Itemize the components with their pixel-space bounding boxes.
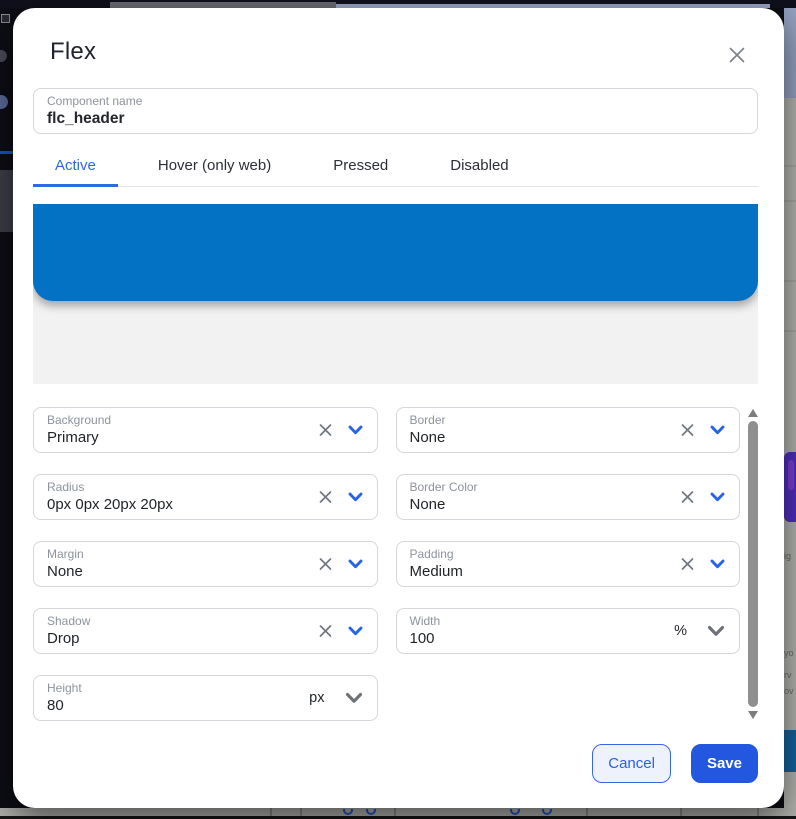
tab-pressed[interactable]: Pressed [311, 148, 410, 187]
page-behind-divider [680, 808, 682, 816]
field-border-color[interactable]: Border Color None [396, 474, 741, 520]
page-behind-divider [784, 165, 796, 167]
field-label: Width [410, 614, 630, 629]
field-value: 100 [410, 629, 630, 648]
field-value: None [410, 495, 630, 514]
page-behind-glyph-fragment [343, 809, 353, 815]
page-behind-text-fragment: yo [784, 648, 796, 658]
flex-preview-shape [33, 204, 758, 301]
scroll-down-arrow[interactable] [748, 711, 758, 719]
tab-disabled[interactable]: Disabled [428, 148, 530, 187]
x-clear-icon[interactable] [317, 489, 334, 506]
field-label: Padding [410, 547, 630, 562]
page-behind-divider [784, 200, 796, 202]
page-behind-bottom-bar [0, 808, 796, 819]
page-behind-illustration-fragment [788, 460, 794, 490]
page-behind-icon-fragment [1, 14, 10, 23]
chevron-down-icon[interactable] [347, 556, 364, 573]
field-value: 0px 0px 20px 20px [47, 495, 267, 514]
field-width[interactable]: Width 100 % [396, 608, 741, 654]
page-behind-divider [300, 808, 302, 816]
page-behind-glyph-fragment [542, 809, 552, 815]
x-clear-icon[interactable] [679, 556, 696, 573]
x-clear-icon[interactable] [317, 556, 334, 573]
page-behind-glyph-fragment [510, 809, 520, 815]
chevron-down-icon[interactable] [709, 489, 726, 506]
page-behind-divider [586, 808, 588, 816]
unit-label: % [674, 623, 687, 639]
component-preview-area [33, 204, 758, 384]
page-behind-divider [784, 330, 796, 332]
page-behind-panel-fragment [0, 170, 13, 232]
page-behind-accent-fragment [0, 151, 13, 154]
page-behind-divider [270, 808, 272, 816]
fields-grid: Background Primary Border None Radius 0p… [33, 407, 740, 721]
page-behind-divider [757, 808, 759, 816]
field-value: Drop [47, 629, 267, 648]
page-behind-avatar-fragment [0, 95, 8, 109]
dialog-title: Flex [33, 38, 758, 66]
tab-hover-only-web[interactable]: Hover (only web) [136, 148, 293, 187]
dialog-actions: Cancel Save [33, 744, 758, 783]
tab-active[interactable]: Active [33, 148, 118, 187]
scroll-up-arrow[interactable] [748, 409, 758, 417]
component-name-label: Component name [47, 94, 744, 109]
close-icon[interactable] [726, 44, 748, 66]
field-label: Margin [47, 547, 267, 562]
x-clear-icon[interactable] [679, 422, 696, 439]
page-behind-text-fragment: ov [784, 686, 796, 696]
field-label: Border Color [410, 480, 630, 495]
close-icon-glyph [726, 44, 748, 66]
page-behind-divider [784, 280, 796, 282]
cancel-button[interactable]: Cancel [592, 744, 671, 783]
save-button[interactable]: Save [691, 744, 758, 783]
field-height[interactable]: Height 80 px [33, 675, 378, 721]
field-value: None [410, 428, 630, 447]
chevron-down-icon[interactable] [347, 623, 364, 640]
field-shadow[interactable]: Shadow Drop [33, 608, 378, 654]
x-clear-icon[interactable] [679, 489, 696, 506]
field-value: 80 [47, 696, 267, 715]
field-label: Background [47, 413, 267, 428]
page-behind-avatar-fragment [0, 50, 7, 62]
field-border[interactable]: Border None [396, 407, 741, 453]
page-behind-button-fragment [784, 730, 796, 772]
unit-label: px [309, 690, 324, 706]
state-tabs: Active Hover (only web) Pressed Disabled [33, 147, 758, 187]
field-label: Height [47, 681, 267, 696]
field-label: Radius [47, 480, 267, 495]
chevron-down-icon[interactable] [347, 422, 364, 439]
component-name-input[interactable] [47, 109, 744, 128]
style-properties-form: Background Primary Border None Radius 0p… [33, 407, 758, 721]
page-behind-right-edge: ig yo rv ov [784, 8, 796, 808]
page-behind-banner-fragment [784, 8, 796, 98]
field-padding[interactable]: Padding Medium [396, 541, 741, 587]
field-radius[interactable]: Radius 0px 0px 20px 20px [33, 474, 378, 520]
page-behind-text-fragment: ig [784, 551, 796, 561]
chevron-down-icon[interactable] [344, 688, 364, 708]
chevron-down-icon[interactable] [709, 556, 726, 573]
field-value: Primary [47, 428, 267, 447]
page-behind-glyph-fragment [366, 809, 376, 815]
scrollbar-thumb[interactable] [748, 421, 758, 707]
x-clear-icon[interactable] [317, 623, 334, 640]
field-value: Medium [410, 562, 630, 581]
field-label: Border [410, 413, 630, 428]
flex-component-dialog: Flex Component name Active Hover (only w… [13, 8, 784, 808]
field-background[interactable]: Background Primary [33, 407, 378, 453]
field-label: Shadow [47, 614, 267, 629]
chevron-down-icon[interactable] [706, 621, 726, 641]
x-clear-icon[interactable] [317, 422, 334, 439]
chevron-down-icon[interactable] [347, 489, 364, 506]
field-margin[interactable]: Margin None [33, 541, 378, 587]
field-value: None [47, 562, 267, 581]
form-scrollbar[interactable] [748, 407, 758, 721]
page-behind-divider [394, 808, 396, 816]
page-behind-top-bar [0, 0, 796, 8]
page-behind-text-fragment: rv [784, 670, 796, 680]
component-name-field[interactable]: Component name [33, 88, 758, 134]
dialog-header: Flex [33, 38, 758, 66]
chevron-down-icon[interactable] [709, 422, 726, 439]
